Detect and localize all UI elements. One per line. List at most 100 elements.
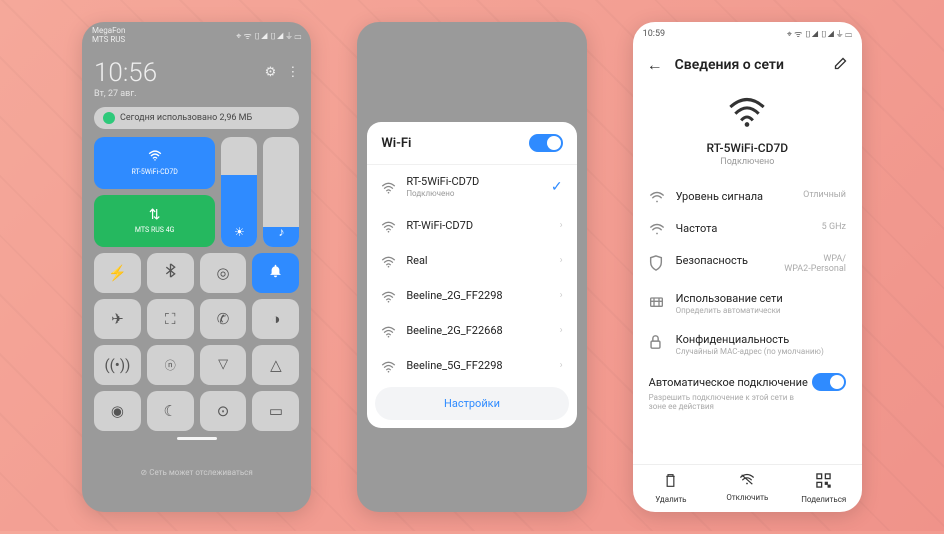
action-disconnect[interactable]: Отключить — [709, 465, 785, 512]
detail-label: Безопасность — [676, 254, 774, 267]
tile-dnd[interactable] — [252, 253, 299, 293]
detail-label: Частота — [676, 222, 811, 235]
usage-dot-icon — [103, 112, 115, 124]
bell-icon — [269, 264, 282, 282]
wifi-icon — [381, 358, 396, 373]
wifi-network-row[interactable]: Beeline_5G_FF2298› — [367, 348, 576, 383]
brightness-slider[interactable]: ☀ — [221, 137, 257, 247]
edit-button[interactable] — [833, 56, 848, 75]
tile-flashlight[interactable]: ▽ — [200, 345, 247, 385]
tile-location[interactable]: ◉ — [94, 391, 141, 431]
detail-row: Уровень сигналаОтличный — [633, 181, 862, 213]
wifi-settings-button[interactable]: Настройки — [375, 387, 568, 420]
action-delete[interactable]: Удалить — [633, 465, 709, 512]
tile-nfc[interactable]: ⓝ — [147, 345, 194, 385]
tile-eye-comfort[interactable]: ◑ — [252, 299, 299, 339]
drag-handle[interactable] — [177, 437, 217, 440]
settings-gear-icon[interactable]: ⚙ — [265, 65, 277, 80]
status-bar: MegaFon MTS RUS ⌖ ᯤ ▯◢ ▯◢ ⏚ ▭ — [82, 22, 311, 50]
tile-bluetooth[interactable] — [147, 253, 194, 293]
detail-sub: Определить автоматически — [676, 306, 846, 315]
wifi-icon — [148, 149, 162, 165]
trash-icon — [633, 473, 709, 492]
wifi-icon — [381, 218, 396, 233]
detail-label: Конфиденциальность — [676, 333, 846, 346]
network-ssid: RT-5WiFi-CD7D — [633, 141, 862, 155]
chevron-right-icon: › — [560, 255, 563, 266]
carrier-2: MTS RUS — [92, 36, 125, 45]
action-share[interactable]: Поделиться — [786, 465, 862, 512]
page-title: Сведения о сети — [675, 57, 821, 73]
phone-wifi-list: Wi-Fi RT-5WiFi-CD7DПодключено✓RT-WiFi-CD… — [357, 22, 586, 512]
wifi-panel-title: Wi-Fi — [381, 136, 411, 151]
tile-night[interactable]: ☾ — [147, 391, 194, 431]
plug-icon: ⚡ — [108, 264, 127, 282]
tile-power-saver[interactable]: ⚡ — [94, 253, 141, 293]
detail-value: WPA/WPA2-Personal — [784, 254, 846, 274]
wifi-toggle[interactable] — [529, 134, 563, 152]
location-icon: ◉ — [111, 402, 124, 420]
wifi-icon — [381, 253, 396, 268]
bottom-actions: Удалить Отключить Поделиться — [633, 464, 862, 512]
phone-network-details: 10:59 ⌖ ᯤ ▯◢ ▯◢ ⏚ ▭ ← Сведения о сети RT… — [633, 22, 862, 512]
tile-hotspot[interactable]: ((•)) — [94, 345, 141, 385]
status-icons: ⌖ ᯤ ▯◢ ▯◢ ⏚ ▭ — [787, 27, 852, 40]
network-name: Beeline_2G_FF2298 — [406, 289, 549, 302]
detail-sub: Случайный MAC-адрес (по умолчанию) — [676, 347, 846, 356]
detail-row[interactable]: Использование сетиОпределить автоматичес… — [633, 283, 862, 324]
back-button[interactable]: ← — [647, 55, 663, 75]
detail-value: Отличный — [803, 190, 846, 200]
tile-alert[interactable]: △ — [252, 345, 299, 385]
phone-quick-settings: MegaFon MTS RUS ⌖ ᯤ ▯◢ ▯◢ ⏚ ▭ 10:56 ⚙ ⋮ … — [82, 22, 311, 512]
more-icon[interactable]: ⋮ — [286, 65, 299, 80]
status-bar: 10:59 ⌖ ᯤ ▯◢ ▯◢ ⏚ ▭ — [633, 22, 862, 45]
nfc-icon: ⓝ — [165, 357, 176, 373]
mobile-data-tile[interactable]: ⇅ MTS RUS 4G — [94, 195, 215, 247]
moon-icon: ☾ — [164, 402, 177, 420]
date-label: Вт, 27 авг. — [94, 89, 299, 99]
detail-icon — [649, 293, 665, 308]
chevron-right-icon: › — [560, 220, 563, 231]
airplane-icon: ✈ — [111, 310, 124, 328]
wifi-network-row[interactable]: RT-5WiFi-CD7DПодключено✓ — [367, 165, 576, 208]
record-icon: ⊙ — [217, 402, 230, 420]
data-usage-pill[interactable]: Сегодня использовано 2,96 МБ — [94, 107, 299, 129]
chevron-right-icon: › — [560, 325, 563, 336]
tile-screenshot[interactable]: ⛶ — [147, 299, 194, 339]
detail-value: 5 GHz — [822, 222, 846, 232]
network-name: RT-WiFi-CD7D — [406, 219, 549, 232]
wifi-off-icon — [709, 473, 785, 490]
wifi-network-row[interactable]: RT-WiFi-CD7D › — [367, 208, 576, 243]
rotate-icon: ◎ — [217, 264, 230, 282]
detail-label: Использование сети — [676, 292, 846, 305]
wifi-network-row[interactable]: Beeline_2G_FF2298› — [367, 278, 576, 313]
wifi-icon — [381, 323, 396, 338]
wifi-tile[interactable]: RT-5WiFi-CD7D — [94, 137, 215, 189]
wifi-icon — [381, 179, 396, 194]
tile-airplane[interactable]: ✈ — [94, 299, 141, 339]
auto-connect-toggle[interactable] — [812, 373, 846, 391]
hotspot-icon: ((•)) — [105, 356, 131, 374]
tile-wallet[interactable]: ▭ — [252, 391, 299, 431]
detail-icon — [649, 334, 665, 350]
connection-status: Подключено — [633, 157, 862, 167]
status-time: 10:59 — [643, 29, 665, 39]
data-arrows-icon: ⇅ — [149, 207, 161, 223]
wifi-signal-icon — [633, 83, 862, 135]
network-status: Подключено — [406, 189, 541, 198]
tile-record[interactable]: ⊙ — [200, 391, 247, 431]
status-icons: ⌖ ᯤ ▯◢ ▯◢ ⏚ ▭ — [236, 29, 301, 42]
tile-auto-rotate[interactable]: ◎ — [200, 253, 247, 293]
detail-icon — [649, 223, 665, 236]
wifi-network-row[interactable]: Beeline_2G_F22668› — [367, 313, 576, 348]
network-monitoring-notice: ⊘ Сеть может отслеживаться — [94, 468, 299, 477]
tile-wifi-calling[interactable]: ✆ — [200, 299, 247, 339]
network-name: Real — [406, 254, 549, 267]
check-icon: ✓ — [551, 179, 563, 195]
phone-wifi-icon: ✆ — [217, 310, 230, 328]
detail-row[interactable]: КонфиденциальностьСлучайный MAC-адрес (п… — [633, 324, 862, 365]
brightness-icon: ☀ — [234, 225, 245, 239]
wifi-network-row[interactable]: Real › — [367, 243, 576, 278]
detail-icon — [649, 191, 665, 204]
volume-slider[interactable]: ♪ — [263, 137, 299, 247]
